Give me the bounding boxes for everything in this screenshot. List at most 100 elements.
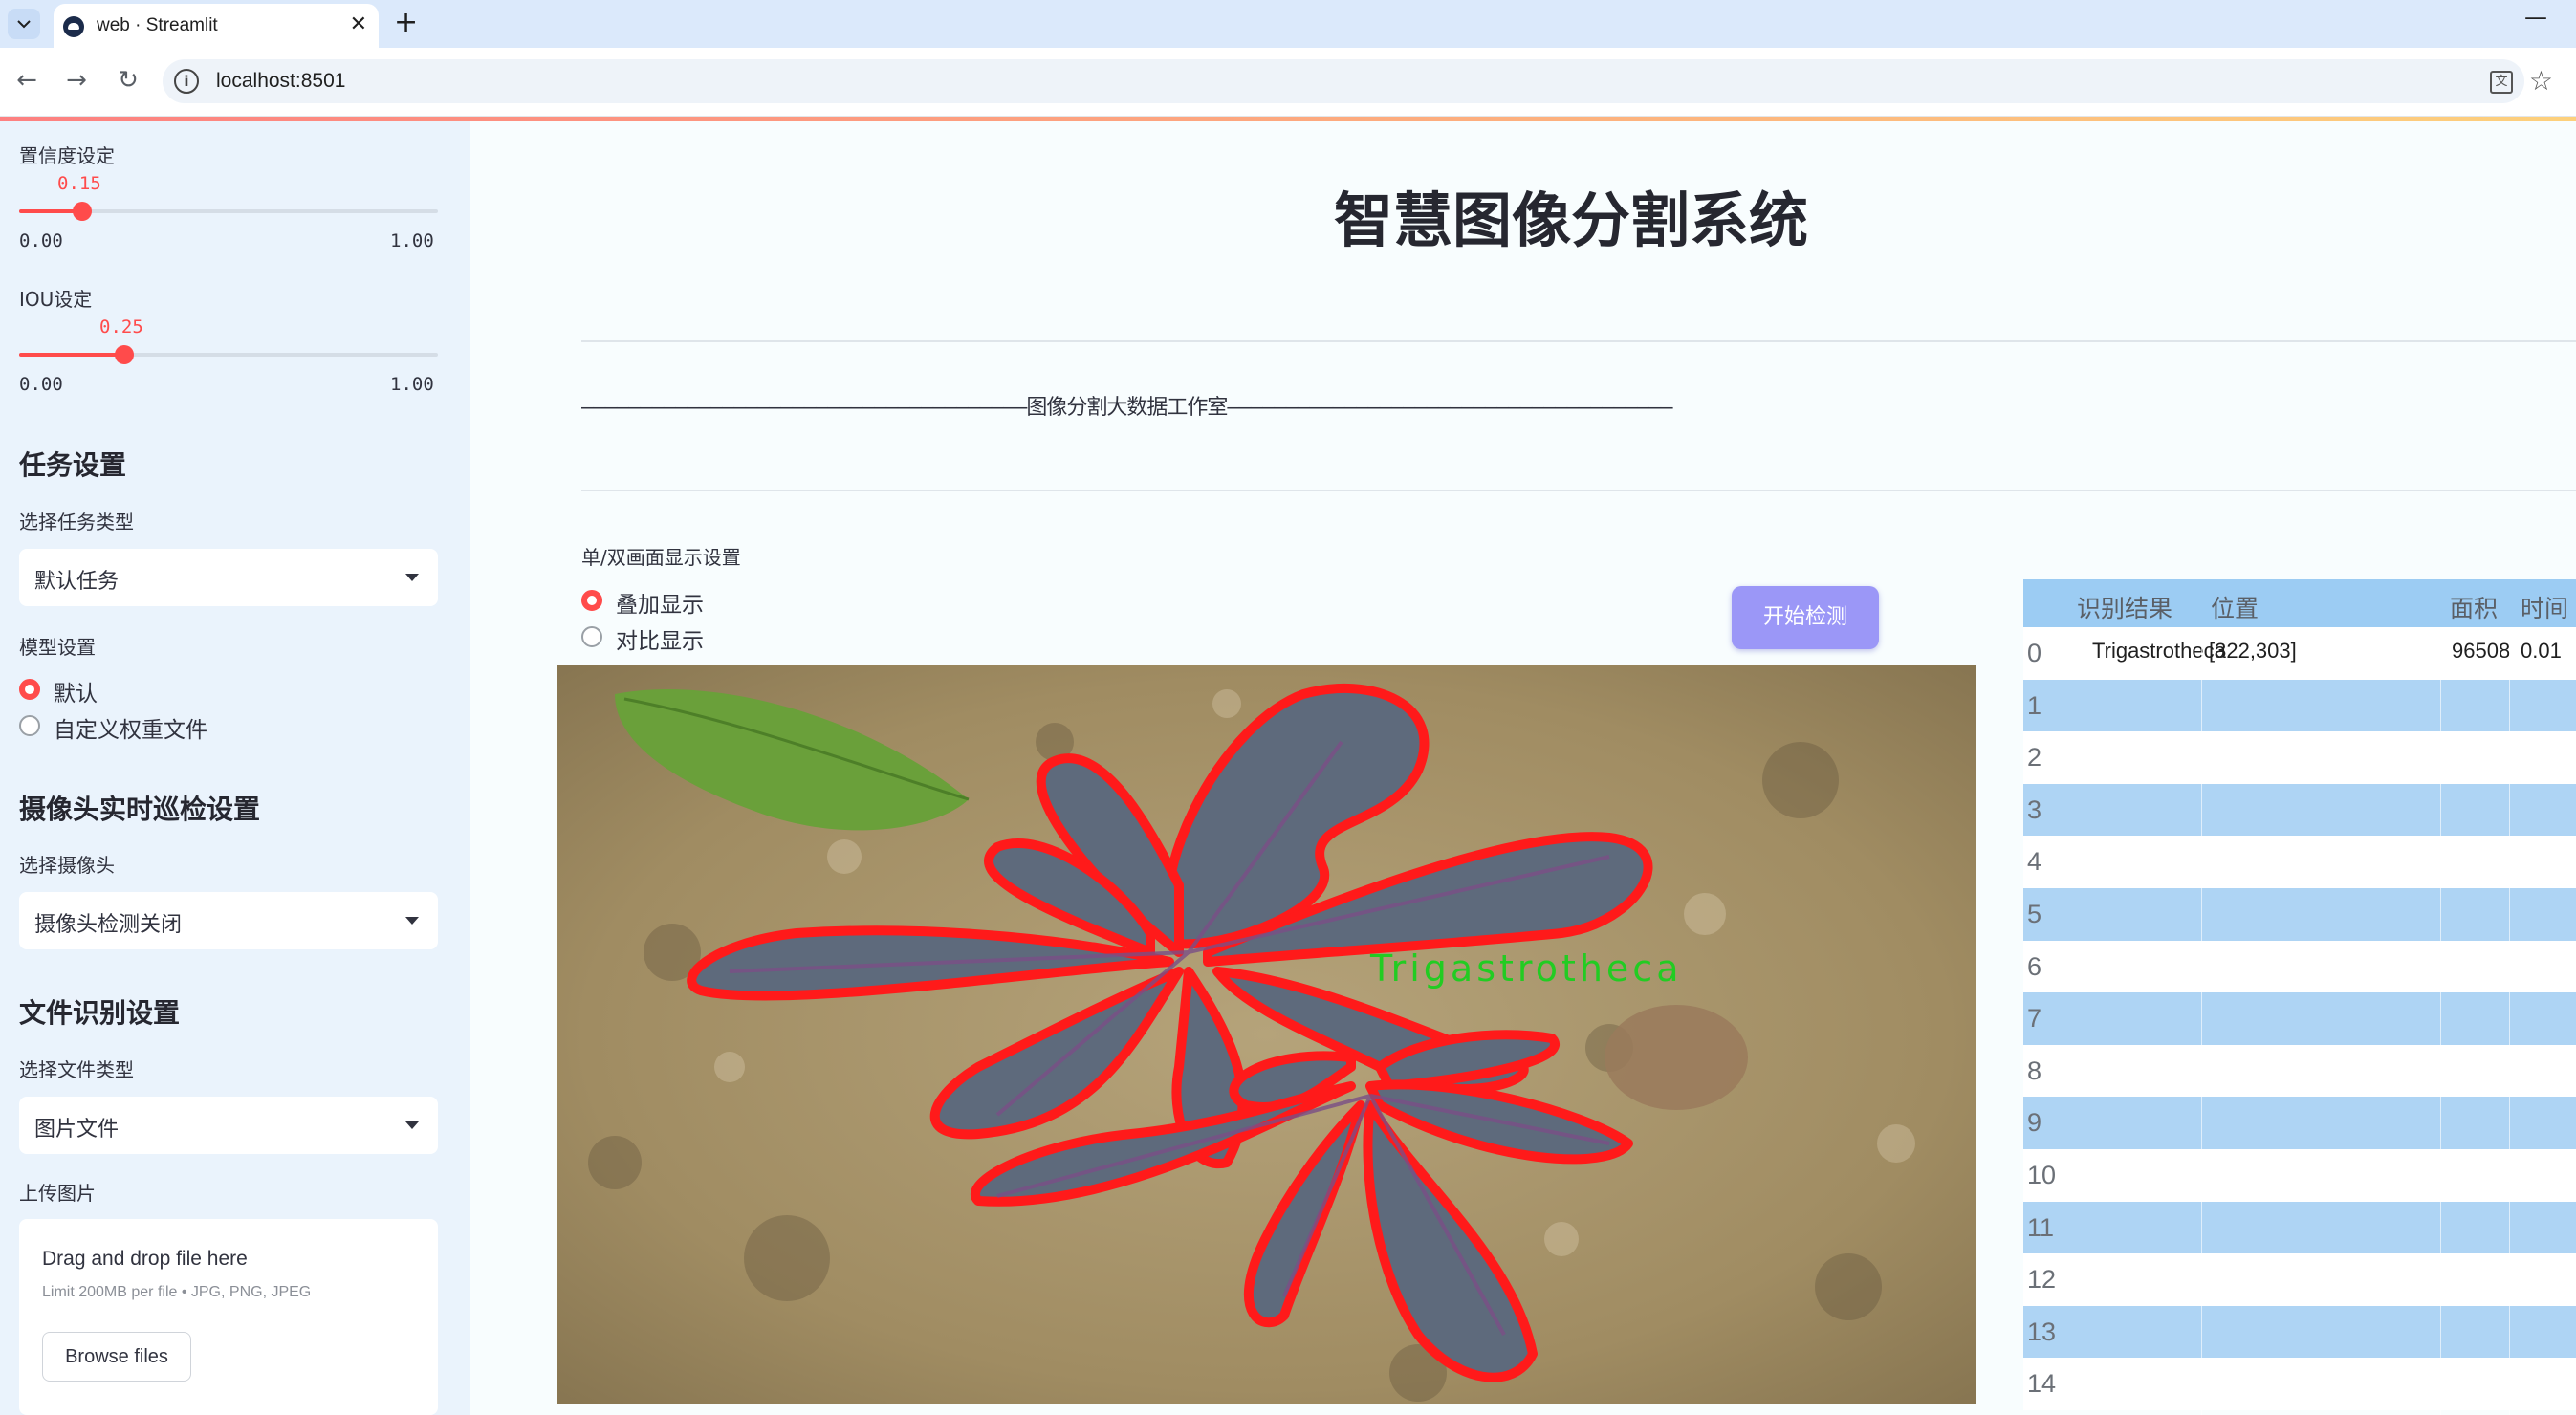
confidence-label: 置信度设定 — [19, 144, 115, 167]
file-uploader-dropzone[interactable]: Drag and drop file here Limit 200MB per … — [19, 1219, 438, 1415]
iou-label: IOU设定 — [19, 288, 93, 311]
iou-slider-fill — [19, 353, 124, 357]
iou-slider[interactable] — [19, 345, 438, 364]
results-table[interactable]: 识别结果 位置 面积 时间 0 Trigastrotheca [322,303] 96… — [2023, 579, 2576, 1415]
confidence-slider[interactable] — [19, 202, 438, 221]
minimize-window-button[interactable]: — — [2524, 4, 2547, 31]
iou-max: 1.00 — [390, 374, 434, 395]
table-row[interactable]: 9 — [2023, 1097, 2576, 1150]
task-type-label: 选择任务类型 — [19, 511, 134, 533]
col-header-position: 位置 — [2211, 596, 2259, 622]
row-index: 12 — [2027, 1265, 2057, 1295]
browse-files-button[interactable]: Browse files — [42, 1332, 191, 1382]
column-divider — [2201, 627, 2202, 1415]
tab-title: web · Streamlit — [97, 15, 218, 35]
row-index: 11 — [2027, 1212, 2055, 1242]
uploader-limit-text: Limit 200MB per file • JPG, PNG, JPEG — [42, 1284, 312, 1300]
browser-toolbar: ← → ↻ i localhost:8501 文 ☆ — [0, 48, 2576, 117]
start-detection-button[interactable]: 开始检测 — [1732, 586, 1879, 649]
row-index: 0 — [2027, 639, 2042, 667]
chevron-down-icon — [405, 1121, 419, 1129]
tab-list-menu-button[interactable] — [8, 9, 40, 39]
display-mode-label: 单/双画面显示设置 — [581, 546, 741, 569]
display-option-label: 叠加显示 — [616, 593, 704, 618]
radio-button[interactable] — [19, 679, 40, 700]
file-settings-heading: 文件识别设置 — [19, 997, 181, 1029]
task-type-select[interactable]: 默认任务 — [19, 549, 438, 606]
radio-button[interactable] — [19, 715, 40, 736]
table-row[interactable]: 14 — [2023, 1358, 2576, 1411]
iou-min: 0.00 — [19, 374, 63, 395]
file-type-value: 图片文件 — [34, 1118, 120, 1142]
table-row[interactable]: 13 — [2023, 1305, 2576, 1359]
table-row[interactable]: 6 — [2023, 940, 2576, 993]
table-row[interactable]: 2 — [2023, 731, 2576, 785]
row-index: 5 — [2027, 900, 2042, 928]
confidence-value: 0.15 — [57, 173, 101, 194]
row-index: 10 — [2027, 1161, 2057, 1189]
divider — [581, 490, 2576, 491]
url-text[interactable]: localhost:8501 — [216, 70, 345, 93]
uploader-main-text: Drag and drop file here — [42, 1248, 248, 1270]
upload-image-label: 上传图片 — [19, 1182, 96, 1205]
table-row[interactable]: 11 — [2023, 1201, 2576, 1254]
divider — [581, 340, 2576, 342]
close-tab-icon[interactable]: ✕ — [350, 12, 367, 36]
cell-result: Trigastrotheca — [2092, 639, 2226, 663]
bookmark-star-icon[interactable]: ☆ — [2529, 65, 2553, 97]
row-index: 1 — [2027, 690, 2042, 720]
browser-tab-bar: web · Streamlit ✕ + — — [0, 0, 2576, 48]
browser-tab[interactable]: web · Streamlit ✕ — [54, 4, 379, 48]
row-index: 9 — [2027, 1108, 2042, 1138]
row-index: 2 — [2027, 743, 2042, 773]
column-divider — [2509, 627, 2510, 1415]
forward-arrow-icon[interactable]: → — [59, 63, 94, 98]
chevron-down-icon — [17, 20, 31, 29]
chevron-down-icon — [405, 574, 419, 581]
task-type-value: 默认任务 — [34, 570, 120, 594]
table-row[interactable]: 12 — [2023, 1253, 2576, 1307]
table-row[interactable]: 7 — [2023, 992, 2576, 1046]
address-bar[interactable]: i localhost:8501 — [163, 59, 2524, 103]
table-row[interactable]: 8 — [2023, 1044, 2576, 1098]
row-index: 4 — [2027, 847, 2042, 877]
radio-button[interactable] — [581, 590, 602, 611]
row-index: 13 — [2027, 1317, 2057, 1346]
iou-slider-thumb[interactable] — [114, 345, 134, 364]
col-header-time: 时间 — [2521, 596, 2569, 622]
table-row[interactable]: 5 — [2023, 888, 2576, 941]
column-divider — [2440, 627, 2441, 1415]
file-type-label: 选择文件类型 — [19, 1058, 134, 1081]
row-index: 7 — [2027, 1004, 2042, 1034]
row-index: 3 — [2027, 795, 2042, 824]
reload-icon[interactable]: ↻ — [111, 63, 145, 98]
table-row[interactable]: 3 — [2023, 783, 2576, 837]
table-row[interactable]: 10 — [2023, 1149, 2576, 1202]
cell-position: [322,303] — [2209, 639, 2297, 663]
translate-icon[interactable]: 文 — [2490, 71, 2513, 94]
model-option-label: 自定义权重文件 — [54, 718, 207, 743]
cell-area: 96508 — [2452, 639, 2511, 663]
col-header-result: 识别结果 — [2077, 596, 2173, 622]
table-row[interactable]: 1 — [2023, 679, 2576, 732]
page-title: 智慧图像分割系统 — [1334, 185, 1809, 255]
confidence-max: 1.00 — [390, 230, 434, 251]
cell-time: 0.01 — [2521, 639, 2562, 663]
detection-label-overlay: Trigastrotheca — [1369, 947, 1683, 990]
confidence-slider-thumb[interactable] — [72, 202, 92, 221]
plant-segmentation-illustration: Trigastrotheca — [557, 665, 1976, 1404]
back-arrow-icon[interactable]: ← — [10, 63, 44, 98]
display-option-label: 对比显示 — [616, 629, 704, 654]
radio-button[interactable] — [581, 626, 602, 647]
file-type-select[interactable]: 图片文件 — [19, 1097, 438, 1154]
camera-select-value: 摄像头检测关闭 — [34, 913, 183, 937]
confidence-min: 0.00 — [19, 230, 63, 251]
model-option-label: 默认 — [54, 682, 98, 707]
site-info-icon[interactable]: i — [174, 69, 199, 94]
camera-select[interactable]: 摄像头检测关闭 — [19, 892, 438, 949]
camera-select-label: 选择摄像头 — [19, 854, 115, 877]
table-row[interactable]: 4 — [2023, 836, 2576, 889]
segmentation-result-image: Trigastrotheca — [557, 665, 1976, 1404]
table-row[interactable]: 0 Trigastrotheca [322,303] 96508 0.01 — [2023, 627, 2576, 680]
new-tab-button[interactable]: + — [394, 6, 418, 39]
